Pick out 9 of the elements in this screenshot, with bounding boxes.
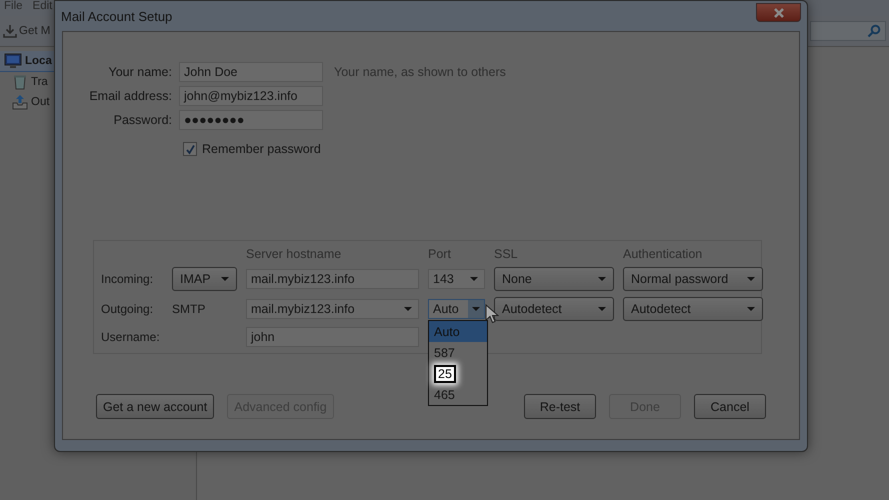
checkbox-label: Remember password (202, 142, 321, 156)
field-label: Your name: (108, 65, 172, 79)
row-label: Outgoing: (101, 302, 154, 316)
row-label: Username: (101, 330, 161, 344)
field-label: Email address: (88, 89, 172, 103)
protocol-label: SMTP (172, 302, 206, 316)
row-label: Incoming: (101, 272, 154, 286)
field-label: Password: (112, 113, 172, 127)
window-title: Mail Account Setup (61, 9, 172, 24)
